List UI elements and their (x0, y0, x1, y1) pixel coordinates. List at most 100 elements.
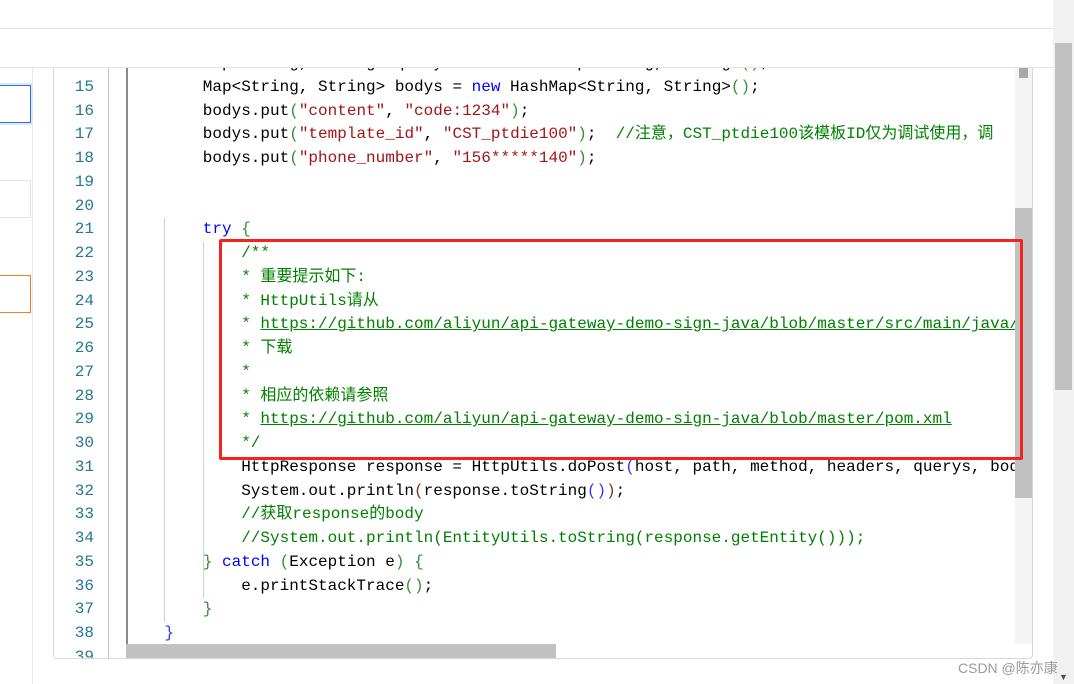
code-token: "156*****140" (452, 149, 578, 167)
code-token: ; (750, 77, 760, 96)
code-token: ; (423, 576, 434, 595)
code-token: ; (760, 68, 770, 72)
code-token: ( (289, 101, 299, 120)
code-token: ) (510, 101, 520, 120)
code-line: bodys.put("content", "code:1234"); (203, 100, 530, 124)
page-scroll-thumb[interactable] (1055, 43, 1072, 390)
line-number: 15 (74, 77, 94, 96)
line-number: 39 (74, 647, 94, 659)
code-token: } (164, 624, 174, 642)
code-token: } (202, 600, 213, 619)
code-token: //注意，CST_ptdie100该模板ID仅为调试使用，调 (615, 125, 994, 144)
line-number: 27 (74, 362, 94, 381)
code-line: bodys.put("template_id", "CST_ptdie100")… (203, 123, 994, 147)
scrollbar-marker (1019, 68, 1028, 78)
code-token: Map<String, String> bodys = (202, 77, 472, 96)
code-token: ; (615, 481, 626, 500)
highlight-annotation-box (219, 239, 1023, 460)
code-token: "content" (298, 101, 386, 120)
code-token: HashMap<String, String> (510, 68, 741, 72)
line-number: 22 (74, 244, 94, 262)
code-token: "phone_number" (298, 149, 434, 167)
code-token: , (385, 101, 405, 120)
indent-guide (202, 242, 204, 599)
left-panel-field-selected[interactable] (0, 85, 31, 123)
code-line: bodys.put("phone_number", "156*****140")… (203, 147, 597, 171)
code-token: ) (606, 481, 616, 500)
code-token: ( (279, 552, 290, 571)
code-token: ( (289, 149, 299, 167)
code-line: System.out.println(response.toString()); (241, 480, 625, 504)
line-number: 25 (74, 315, 94, 334)
code-token: ; (586, 125, 616, 144)
line-number: 23 (74, 267, 94, 286)
line-number: 35 (74, 552, 94, 571)
top-toolbar (0, 0, 1053, 29)
code-token: new (471, 77, 501, 96)
line-number: 37 (74, 600, 94, 619)
code-token: bodys.put (202, 149, 290, 167)
code-token: , (433, 149, 453, 167)
code-token: ; (586, 149, 597, 167)
code-token: } (202, 552, 213, 571)
line-number: 17 (74, 125, 94, 144)
scroll-down-arrow-icon[interactable]: ▼ (1059, 672, 1068, 682)
code-line: Map<String, String> querys = new HashMap… (203, 68, 770, 76)
line-number: 28 (74, 386, 94, 405)
code-token: bodys.put (202, 101, 290, 120)
line-number: 14 (54, 68, 94, 76)
code-token: "template_id" (298, 125, 424, 144)
code-token: ( (289, 125, 299, 144)
line-number: 16 (74, 101, 94, 120)
line-number: 36 (74, 576, 94, 595)
code-token: { (414, 552, 424, 571)
indent-guide (164, 218, 166, 622)
code-token: response.toString (423, 481, 587, 500)
code-token: "CST_ptdie100" (442, 125, 578, 144)
code-token: try (202, 220, 232, 239)
code-line: } (164, 622, 174, 646)
left-panel (0, 68, 33, 684)
line-number: 18 (74, 149, 94, 167)
code-token: Exception e (289, 552, 395, 571)
line-number: 26 (74, 339, 94, 357)
code-token: () (404, 576, 424, 595)
line-number: 30 (74, 434, 94, 452)
code-token: ) (577, 149, 587, 167)
code-token: ( (625, 457, 635, 476)
code-token: host, path, method, headers, querys, bod… (634, 457, 1029, 476)
editor-horizontal-scroll-thumb[interactable] (126, 644, 556, 658)
code-token: HashMap<String, String> (500, 77, 731, 96)
code-token: e.printStackTrace (241, 576, 405, 595)
line-number: 33 (74, 505, 94, 524)
code-token: { (241, 220, 251, 239)
page-scrollbar[interactable]: ▼ (1053, 0, 1074, 684)
line-number: 21 (74, 220, 94, 239)
code-line: } (203, 598, 213, 622)
gutter-divider (108, 68, 109, 658)
code-token: () (586, 481, 607, 500)
code-token: bodys.put (202, 125, 290, 144)
line-number: 24 (74, 291, 94, 310)
left-panel-field[interactable] (0, 180, 31, 218)
code-line: //获取response的body (241, 503, 423, 527)
editor-header-bar (0, 29, 1053, 68)
code-token: catch (212, 552, 271, 571)
code-token: //获取response的body (241, 505, 424, 524)
line-number: 34 (74, 529, 94, 547)
watermark: CSDN @陈亦康 (958, 660, 1058, 676)
code-token: Map<String, String> querys = (203, 68, 481, 72)
code-token: //System.out.println(EntityUtils.toStrin… (241, 529, 866, 547)
line-number-gutter: 1415 16 17 18 19 20 21 22 23 24 25 26 27 28 29 30 31 32 33… (54, 68, 128, 658)
left-panel-field-warning[interactable] (0, 275, 31, 313)
code-token: "code:1234" (404, 101, 511, 120)
code-line: Map<String, String> bodys = new HashMap<… (203, 76, 760, 100)
code-token: HttpResponse response = HttpUtils.doPost (241, 457, 626, 476)
code-token: () (741, 68, 760, 72)
code-token: ( (414, 481, 424, 500)
code-token: ; (519, 101, 530, 120)
code-line: e.printStackTrace(); (241, 575, 433, 599)
